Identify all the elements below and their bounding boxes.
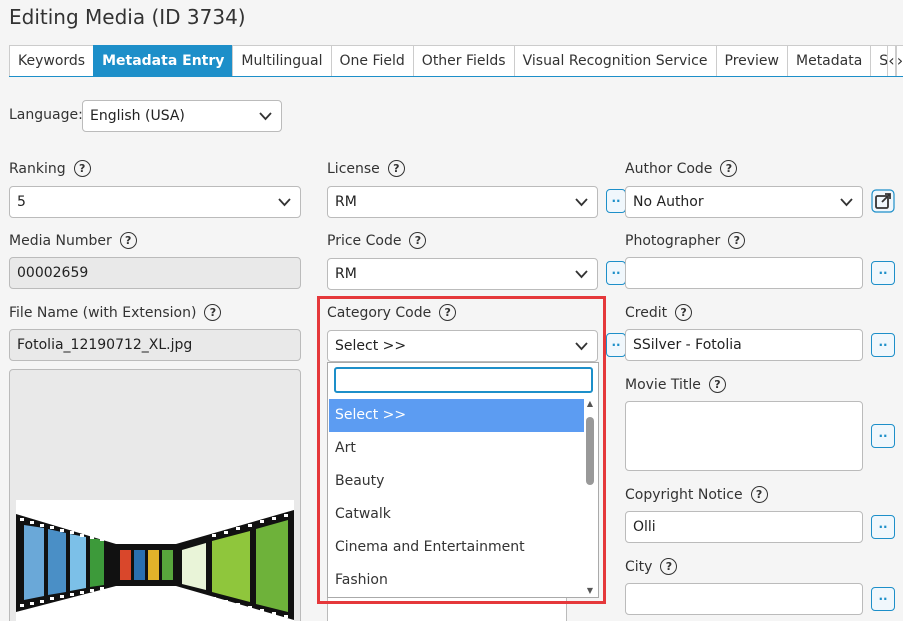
credit-label: Credit ? xyxy=(625,304,693,321)
city-label: City ? xyxy=(625,558,678,575)
help-icon[interactable]: ? xyxy=(73,160,91,177)
copyright-notice-label-text: Copyright Notice xyxy=(625,486,743,503)
help-icon[interactable]: ? xyxy=(204,304,222,321)
price-code-more-button[interactable]: .. xyxy=(606,261,626,285)
price-code-value: RM xyxy=(335,266,357,282)
chevron-down-icon xyxy=(840,198,853,207)
tab-prev-arrow-icon[interactable]: ‹ xyxy=(887,45,896,76)
tab-statistic[interactable]: Statistic xyxy=(870,45,889,76)
tab-bar: Keywords Metadata Entry Multilingual One… xyxy=(9,45,903,77)
photographer-field[interactable] xyxy=(625,257,863,289)
movie-title-label-text: Movie Title xyxy=(625,376,701,393)
photographer-label: Photographer ? xyxy=(625,232,746,249)
license-label: License ? xyxy=(327,160,405,177)
author-code-label-text: Author Code xyxy=(625,160,713,177)
author-code-select[interactable]: No Author xyxy=(625,186,863,218)
tab-next-arrow-icon[interactable]: › xyxy=(895,45,903,76)
license-value: RM xyxy=(335,194,357,210)
city-field[interactable] xyxy=(625,583,863,615)
ranking-label-text: Ranking xyxy=(9,160,66,177)
help-icon[interactable]: ? xyxy=(720,160,738,177)
help-icon[interactable]: ? xyxy=(119,232,137,249)
city-more-button[interactable]: .. xyxy=(871,587,895,611)
help-icon[interactable]: ? xyxy=(728,232,746,249)
chevron-down-icon xyxy=(575,270,588,279)
help-icon[interactable]: ? xyxy=(660,558,678,575)
copyright-notice-field[interactable]: Olli xyxy=(625,511,863,543)
file-name-label-text: File Name (with Extension) xyxy=(9,304,197,321)
tab-preview[interactable]: Preview xyxy=(715,45,788,76)
ranking-select[interactable]: 5 xyxy=(9,186,301,218)
media-preview xyxy=(9,369,301,621)
page-title: Editing Media (ID 3734) xyxy=(9,5,246,29)
price-code-select[interactable]: RM xyxy=(327,258,598,290)
movie-title-more-button[interactable]: .. xyxy=(871,424,895,448)
copyright-notice-label: Copyright Notice ? xyxy=(625,486,768,503)
license-more-button[interactable]: .. xyxy=(606,189,626,213)
chevron-down-icon xyxy=(575,198,588,207)
help-icon[interactable]: ? xyxy=(708,376,726,393)
focus-highlight-box xyxy=(317,296,606,604)
tab-metadata[interactable]: Metadata xyxy=(787,45,872,76)
credit-field[interactable]: SSilver - Fotolia xyxy=(625,329,863,361)
chevron-down-icon xyxy=(259,112,272,121)
movie-title-textarea[interactable] xyxy=(625,401,863,471)
help-icon[interactable]: ? xyxy=(675,304,693,321)
media-number-label-text: Media Number xyxy=(9,232,112,249)
license-label-text: License xyxy=(327,160,380,177)
media-number-label: Media Number ? xyxy=(9,232,137,249)
language-label: Language: xyxy=(9,107,83,123)
price-code-label: Price Code ? xyxy=(327,232,427,249)
photographer-more-button[interactable]: .. xyxy=(871,261,895,285)
external-link-icon[interactable] xyxy=(871,189,895,213)
ranking-value: 5 xyxy=(17,194,26,210)
help-icon[interactable]: ? xyxy=(387,160,405,177)
tab-other-fields[interactable]: Other Fields xyxy=(412,45,515,76)
photographer-label-text: Photographer xyxy=(625,232,721,249)
credit-label-text: Credit xyxy=(625,304,668,321)
license-select[interactable]: RM xyxy=(327,186,598,218)
tab-keywords[interactable]: Keywords xyxy=(9,45,95,76)
help-icon[interactable]: ? xyxy=(409,232,427,249)
author-code-value: No Author xyxy=(633,194,704,210)
credit-more-button[interactable]: .. xyxy=(871,333,895,357)
ranking-label: Ranking ? xyxy=(9,160,91,177)
language-value: English (USA) xyxy=(90,108,185,124)
tab-visual-recognition-service[interactable]: Visual Recognition Service xyxy=(513,45,717,76)
tab-metadata-entry[interactable]: Metadata Entry xyxy=(93,45,234,76)
copyright-notice-more-button[interactable]: .. xyxy=(871,515,895,539)
language-select[interactable]: English (USA) xyxy=(82,100,282,132)
file-name-label: File Name (with Extension) ? xyxy=(9,304,222,321)
chevron-down-icon xyxy=(278,198,291,207)
tab-multilingual[interactable]: Multilingual xyxy=(232,45,332,76)
filmstrip-thumbnail-image xyxy=(16,500,294,621)
file-name-field: Fotolia_12190712_XL.jpg xyxy=(9,329,301,361)
author-code-label: Author Code ? xyxy=(625,160,738,177)
media-number-field: 00002659 xyxy=(9,257,301,289)
city-label-text: City xyxy=(625,558,653,575)
help-icon[interactable]: ? xyxy=(750,486,768,503)
category-code-more-button[interactable]: .. xyxy=(606,333,626,357)
price-code-label-text: Price Code xyxy=(327,232,402,249)
movie-title-label: Movie Title ? xyxy=(625,376,726,393)
tab-one-field[interactable]: One Field xyxy=(330,45,414,76)
